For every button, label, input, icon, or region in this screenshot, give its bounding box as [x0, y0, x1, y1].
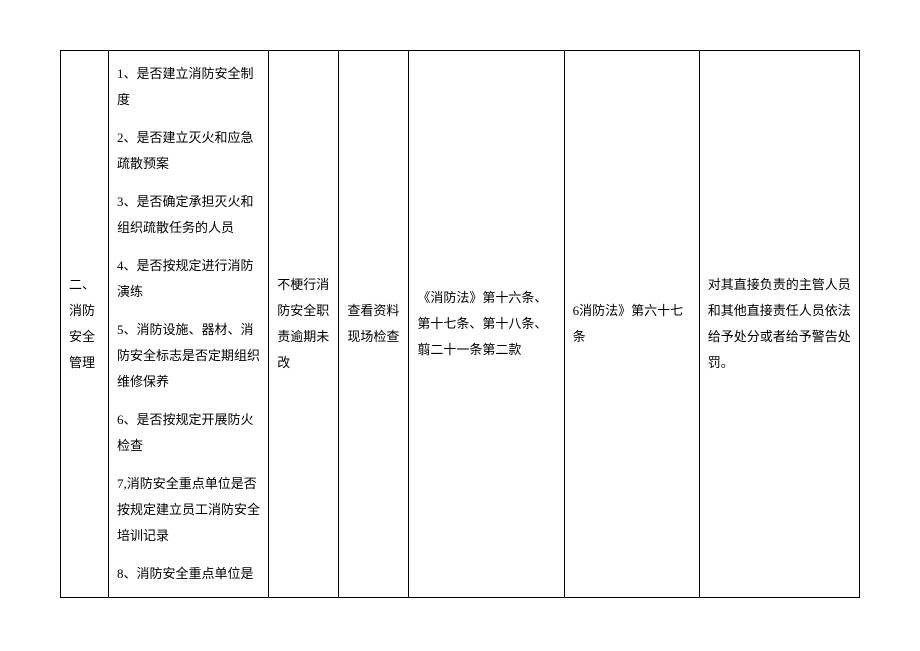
list-item: 8、消防安全重点单位是 — [117, 561, 260, 587]
basis-cell: 《消防法》第十六条、第十七条、第十八条、翦二十一条第二款 — [409, 51, 564, 598]
violation-cell: 不梗行消防安全职责逾期未改 — [269, 51, 339, 598]
items-cell: 1、是否建立消防安全制度 2、是否建立灭火和应急疏散预案 3、是否确定承担灭火和… — [109, 51, 269, 598]
list-item: 3、是否确定承担灭火和组织疏散任务的人员 — [117, 189, 260, 241]
list-item: 4、是否按规定进行消防演练 — [117, 253, 260, 305]
list-item: 1、是否建立消防安全制度 — [117, 61, 260, 113]
table-row: 二、消防安全管理 1、是否建立消防安全制度 2、是否建立灭火和应急疏散预案 3、… — [61, 51, 860, 598]
category-cell: 二、消防安全管理 — [61, 51, 109, 598]
list-item: 2、是否建立灭火和应急疏散预案 — [117, 125, 260, 177]
method-cell: 查看资料现场检查 — [339, 51, 409, 598]
list-item: 6、是否按规定开展防火检查 — [117, 407, 260, 459]
penalty-cell: 对其直接负责的主管人员和其他直接责任人员依法给予处分或者给予警告处罚。 — [699, 51, 859, 598]
list-item: 7,消防安全重点单位是否按规定建立员工消防安全培训记录 — [117, 471, 260, 549]
list-item: 5、消防设施、器材、消防安全标志是否定期组织维修保养 — [117, 317, 260, 395]
regulation-table: 二、消防安全管理 1、是否建立消防安全制度 2、是否建立灭火和应急疏散预案 3、… — [60, 50, 860, 598]
penalty-basis-cell: 6消防法》第六十七条 — [564, 51, 699, 598]
